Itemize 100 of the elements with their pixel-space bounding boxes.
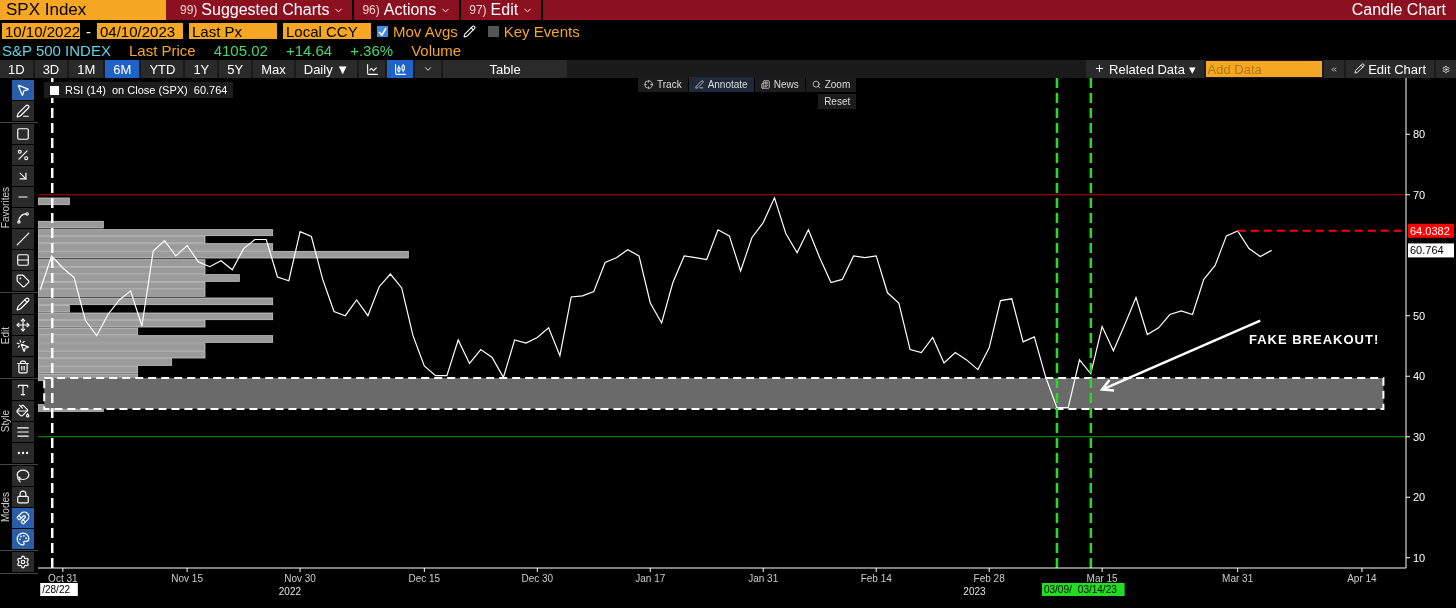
edit-chart-button[interactable]: Edit Chart [1345,60,1434,78]
x-axis-label: Feb 28 [973,573,1005,584]
collapse-icon[interactable] [1323,60,1344,78]
y-axis-label: 80 [1413,128,1426,141]
pointer-icon[interactable] [12,80,34,100]
period-tab[interactable]: YTD [141,60,184,78]
slash-icon[interactable] [12,229,34,249]
line-chart-icon[interactable] [359,60,386,78]
lines-icon[interactable] [12,422,34,442]
period-tab[interactable]: 1D [0,60,33,78]
frequency-dropdown[interactable]: Daily ▼ [295,60,358,78]
period-tab[interactable]: 6M [105,60,140,78]
curve-icon[interactable] [12,208,34,228]
x-axis-label: Dec 30 [521,573,554,584]
date-separator: - [86,22,91,40]
period-tab[interactable]: 5Y [219,60,252,78]
pen-icon[interactable] [12,101,34,121]
ticker-field[interactable]: SPX Index [0,0,166,20]
tool-section-label: Favorites [0,186,12,229]
trash-icon[interactable] [12,357,34,377]
candlestick-icon[interactable] [387,60,414,78]
y-axis-label: 50 [1413,309,1426,322]
annotation-text: FAKE BREAKOUT! [1249,332,1380,348]
related-data-button[interactable]: Related Data ▾ [1086,60,1204,78]
dots-icon[interactable] [12,443,34,463]
mode-button[interactable]: News [754,77,805,92]
lock-icon[interactable] [12,487,34,507]
currency-dropdown[interactable]: Local CCY [283,23,371,39]
x-axis-label: Mar 15 [1086,573,1118,584]
table-button[interactable]: Table [443,60,568,78]
channel-icon[interactable] [12,250,34,270]
option-label: Key Events [503,22,580,40]
x-axis-label: Oct 31 [48,573,78,584]
period-tab[interactable]: 1M [69,60,104,78]
peak-value-label: 64.0382 [1408,223,1454,238]
legend-value: 60.764 [193,84,228,96]
lasso-icon[interactable] [12,466,34,486]
search-icon [811,80,821,89]
pencil-icon[interactable] [462,24,476,38]
settings-icon[interactable] [12,552,34,572]
period-tab[interactable]: Max [253,60,294,78]
x-axis-label: Jan 31 [748,573,779,584]
option-label: Mov Avgs [393,22,458,40]
volume-label: Volume [411,42,462,59]
x-axis-label: Jan 17 [635,573,666,584]
last-price: 4105.02 [213,42,268,59]
checkbox[interactable] [377,25,388,37]
palette-icon[interactable] [12,529,34,549]
price-change: +14.64 [285,42,333,59]
percent-change: +.36% [350,42,394,59]
crosshair-icon [644,80,653,89]
start-date-field[interactable]: 10/10/2022 [2,23,80,39]
mode-button[interactable]: Track [638,77,688,92]
percent-icon[interactable] [12,145,34,165]
tool-section-label: Modes [0,492,12,523]
window-title: Candle Chart [1351,0,1447,20]
x-axis-label: Nov 30 [284,573,316,584]
magnet-icon[interactable] [12,508,34,528]
reset-button[interactable]: Reset [818,94,857,109]
x-axis-label: Nov 15 [171,573,203,584]
x-axis-label: Feb 14 [860,573,892,584]
price-field[interactable]: Last Px [189,23,277,39]
end-date-field[interactable]: 04/10/2023 [97,23,183,39]
tag-icon[interactable] [12,271,34,291]
legend-swatch [50,85,59,95]
security-name: S&P 500 INDEX [2,42,111,59]
rectangle-icon[interactable] [12,124,34,144]
x-axis-label: Dec 15 [408,573,441,584]
legend-source: on Close (SPX) [111,84,188,96]
y-axis-label: 10 [1413,551,1426,564]
x-axis-label: Apr 14 [1347,573,1377,584]
year-label: 2022 [278,586,302,597]
pencil-icon [1353,62,1365,74]
date-marker-label: 03/14/23 [1075,583,1125,596]
y-axis-label: 30 [1413,430,1426,443]
ref-line-label: 64.0382 [1410,224,1450,237]
year-label: 2023 [963,586,986,597]
mode-button[interactable]: Zoom [805,77,857,92]
price-label: Last Price [128,42,196,59]
pencil-icon[interactable] [12,294,34,314]
pen-icon [694,80,704,89]
plus-icon [1094,62,1106,74]
paint-bucket-icon[interactable] [12,401,34,421]
newspaper-icon [760,80,770,89]
y-axis-label: 40 [1413,370,1426,383]
period-tab[interactable]: 3D [34,60,68,78]
period-tab[interactable]: 1Y [185,60,218,78]
date-marker-label: /28/22 [40,583,78,596]
checkbox[interactable] [487,25,499,37]
last-value-label: 60.764 [1408,243,1454,258]
mode-button[interactable]: Annotate [688,77,754,92]
type-icon[interactable] [12,380,34,400]
tool-section-label: Style [0,410,12,433]
pointer-click-icon[interactable] [12,336,34,356]
legend-name: RSI (14) [65,84,106,96]
tool-section-label: Edit [0,326,12,345]
add-data-field[interactable]: Add Data [1205,61,1322,77]
x-axis-label: Mar 31 [1222,573,1254,584]
move-icon[interactable] [12,315,34,335]
y-axis-label: 70 [1413,188,1426,201]
